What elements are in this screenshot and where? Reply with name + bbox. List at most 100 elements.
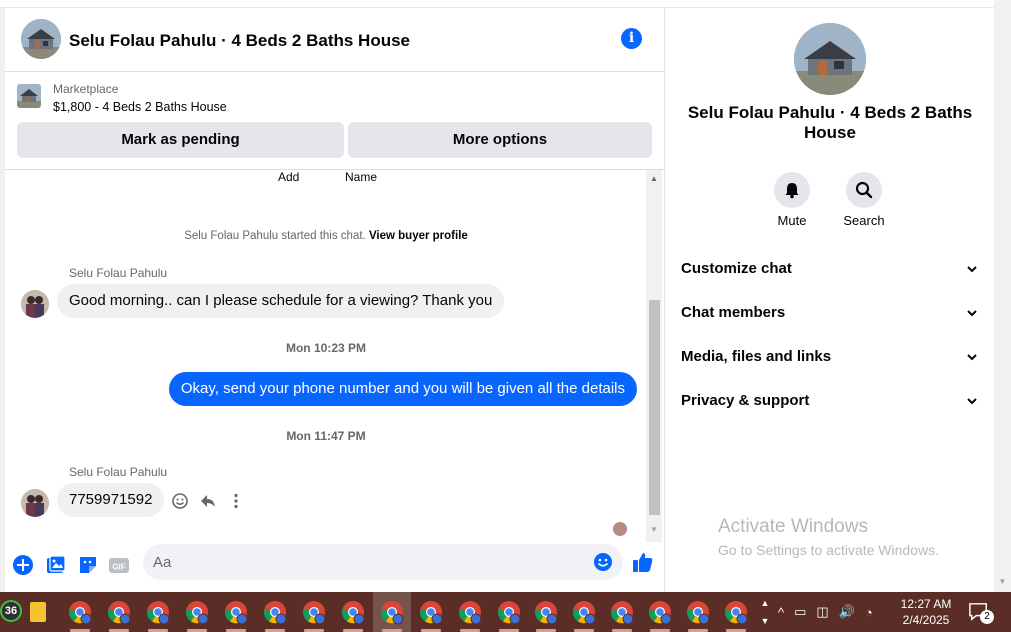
browser-icon[interactable] [495,598,523,626]
system-message: Selu Folau Pahulu started this chat. Vie… [5,230,647,242]
clock[interactable]: 12:27 AM 2/4/2025 [893,596,959,628]
browser-icon[interactable] [339,598,367,626]
cutoff-text-right: Name [345,170,378,184]
watermark-title: Activate Windows [718,516,868,537]
browser-icon[interactable] [222,598,250,626]
browser-icon[interactable] [646,598,674,626]
browser-icon[interactable] [105,598,133,626]
watermark-subtitle: Go to Settings to activate Windows. [718,542,939,558]
volume-icon[interactable]: 🔊 [839,604,855,620]
browser-icon[interactable] [417,598,445,626]
notification-count: 2 [980,610,994,624]
browser-icon[interactable] [300,598,328,626]
section-label: Customize chat [681,260,792,277]
timestamp: Mon 11:47 PM [286,429,366,443]
browser-icon[interactable] [722,598,750,626]
search-label: Search [843,213,885,228]
chevron-down-icon [967,398,977,405]
page-scroll-down-arrow[interactable]: ▼ [994,574,1011,590]
section-label: Media, files and links [681,348,832,365]
more-actions-icon[interactable] [227,492,245,510]
info-avatar[interactable] [794,23,866,95]
chevron-down-icon [967,354,977,361]
section-label: Privacy & support [681,392,810,409]
taskbar-scroll-arrows[interactable]: ▲ ▼ [759,594,771,630]
marketplace-banner: Marketplace $1,800 - 4 Beds 2 Baths Hous… [5,72,665,170]
section-label: Chat members [681,304,786,321]
browser-icon[interactable] [684,598,712,626]
wifi-icon[interactable]: ◔ [865,605,873,620]
message-bubble-incoming[interactable]: Good morning.. can I please schedule for… [57,284,505,318]
sticker-icon[interactable] [77,554,99,576]
chevron-up-icon[interactable]: ^ [778,605,784,620]
browser-icon[interactable] [144,598,172,626]
file-explorer-icon[interactable] [30,602,46,622]
thumbs-up-icon[interactable] [631,550,655,574]
system-tray: ^ ▭ ◫ 🔊 ◔ [778,602,873,622]
page-scrollbar[interactable]: ▼ [994,0,1011,592]
listing-thumbnail[interactable] [17,84,41,108]
gif-icon[interactable]: GIF [108,554,130,576]
section-privacy-support[interactable]: Privacy & support [681,392,979,416]
chat-header: Selu Folau Pahulu · 4 Beds 2 Baths House… [5,8,665,72]
screen: Selu Folau Pahulu · 4 Beds 2 Baths House… [0,0,1011,632]
taskbar-badge[interactable]: 36 [0,600,22,622]
chat-avatar[interactable] [21,19,61,59]
browser-icon[interactable] [261,598,289,626]
browser-icon[interactable] [570,598,598,626]
message-actions [171,491,245,511]
message-input[interactable] [153,544,583,580]
message-bubble-incoming[interactable]: 7759971592 [57,483,165,517]
scroll-down-arrow[interactable]: ▼ [646,524,662,536]
chat-pane: Selu Folau Pahulu · 4 Beds 2 Baths House… [5,8,665,592]
mark-pending-button[interactable]: Mark as pending [17,122,344,158]
battery-icon[interactable]: ▭ [794,604,806,620]
section-customize-chat[interactable]: Customize chat [681,260,979,284]
bell-icon [785,183,799,199]
clock-date: 2/4/2025 [902,613,950,627]
clock-time: 12:27 AM [900,597,952,611]
photo-icon[interactable] [45,554,67,576]
gif-label: GIF [112,563,125,572]
listing-title[interactable]: $1,800 - 4 Beds 2 Baths House [53,100,227,114]
emoji-icon[interactable] [593,552,613,572]
info-panel: Selu Folau Pahulu · 4 Beds 2 Baths House… [666,8,994,592]
meet-now-icon[interactable]: ◫ [816,604,828,620]
sender-avatar[interactable] [21,290,49,318]
chat-scrollbar-thumb[interactable] [649,300,660,515]
marketplace-label: Marketplace [53,82,119,96]
browser-icon[interactable] [532,598,560,626]
notification-center[interactable]: 2 [968,602,994,624]
chevron-down-icon [967,310,977,317]
react-icon[interactable] [171,492,189,510]
plus-icon[interactable] [12,554,34,576]
message-list: Add Name Selu Folau Pahulu started this … [5,170,665,542]
browser-icon[interactable] [456,598,484,626]
info-icon[interactable]: i [621,28,642,49]
info-title: Selu Folau Pahulu · 4 Beds 2 Baths House [687,103,973,142]
browser-icon[interactable] [66,598,94,626]
chat-title[interactable]: Selu Folau Pahulu · 4 Beds 2 Baths House [69,31,410,51]
view-buyer-profile-link[interactable]: View buyer profile [369,230,468,242]
sender-avatar[interactable] [21,489,49,517]
browser-icon[interactable] [608,598,636,626]
sender-name: Selu Folau Pahulu [69,266,168,280]
reply-icon[interactable] [199,492,217,510]
more-options-button[interactable]: More options [348,122,652,158]
search-button[interactable] [846,172,882,208]
scroll-up-arrow[interactable]: ▲ [646,173,662,185]
browser-icon[interactable] [378,598,406,626]
message-input-wrapper [143,544,623,580]
cutoff-text-left: Add [278,170,300,184]
timestamp: Mon 10:23 PM [285,341,366,355]
composer: GIF [5,542,665,592]
system-message-text: Selu Folau Pahulu started this chat. [184,230,366,242]
search-icon [855,181,873,199]
section-media-files-links[interactable]: Media, files and links [681,348,979,372]
taskbar: 36 ▲ ▼ ^ ▭ ◫ 🔊 ◔ 12:27 AM 2/4/2025 2 [0,592,1011,632]
message-bubble-outgoing[interactable]: Okay, send your phone number and you wil… [168,372,637,406]
mute-button[interactable] [774,172,810,208]
section-chat-members[interactable]: Chat members [681,304,979,328]
top-border [0,0,994,8]
browser-icon[interactable] [183,598,211,626]
